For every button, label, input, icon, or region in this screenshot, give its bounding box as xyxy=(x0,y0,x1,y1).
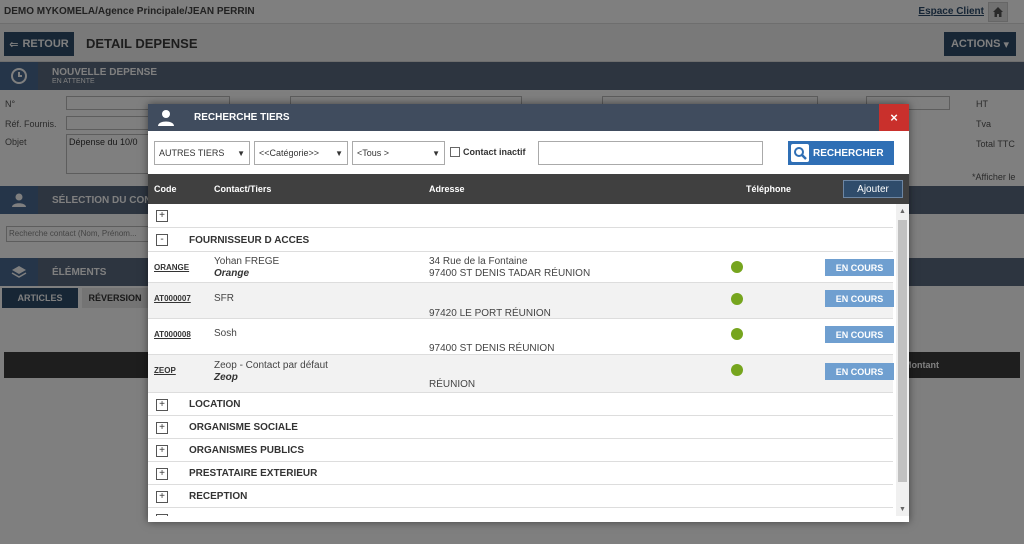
expand-icon[interactable]: + xyxy=(156,210,168,222)
table-row[interactable]: AT000008 Sosh 97400 ST DENIS RÉUNION EN … xyxy=(148,319,894,355)
user-icon xyxy=(148,104,184,131)
active-status-dot xyxy=(731,364,743,376)
scroll-up-icon[interactable]: ▲ xyxy=(896,206,909,218)
scroll-thumb[interactable] xyxy=(898,220,907,482)
group-row: + xyxy=(148,204,893,228)
group-label: FOURNISSEUR D ACCES xyxy=(189,235,310,246)
tiers-type-select[interactable]: AUTRES TIERS ▼ xyxy=(154,141,250,165)
row-address-line2: 97400 ST DENIS RÉUNION xyxy=(429,343,555,354)
search-input[interactable] xyxy=(538,141,763,165)
inactive-contact-label: Contact inactif xyxy=(463,147,526,157)
modal-header: RECHERCHE TIERS × xyxy=(148,104,909,131)
status-button[interactable]: EN COURS xyxy=(825,259,894,276)
add-button[interactable]: Ajouter xyxy=(843,180,903,198)
row-address-line1: 34 Rue de la Fontaine xyxy=(429,256,528,267)
table-row[interactable]: ZEOP Zeop - Contact par défaut Zeop RÉUN… xyxy=(148,355,894,393)
search-tiers-modal: RECHERCHE TIERS × AUTRES TIERS ▼ <<Catég… xyxy=(148,104,909,522)
group-label: PRESTATAIRE EXTERIEUR xyxy=(189,468,318,479)
inactive-contact-checkbox[interactable] xyxy=(450,147,460,157)
group-label: ORGANISMES PUBLICS xyxy=(189,445,305,456)
col-contact: Contact/Tiers xyxy=(214,184,272,194)
results-table-body: + - FOURNISSEUR D ACCES ORANGE Yohan FRE… xyxy=(148,204,896,516)
status-button[interactable]: EN COURS xyxy=(825,363,894,380)
group-label: LOCATION xyxy=(189,399,241,410)
search-icon xyxy=(791,144,809,162)
expand-icon[interactable]: + xyxy=(156,468,168,480)
results-scrollbar[interactable]: ▲ ▼ xyxy=(896,204,909,516)
group-row: + xyxy=(148,508,893,516)
categorie-value: <<Catégorie>> xyxy=(259,148,320,158)
active-status-dot xyxy=(731,328,743,340)
col-code: Code xyxy=(154,184,177,194)
filter-row: AUTRES TIERS ▼ <<Catégorie>> ▼ <Tous > ▼… xyxy=(148,131,909,174)
col-telephone: Téléphone xyxy=(746,184,792,194)
status-button[interactable]: EN COURS xyxy=(825,326,894,343)
expand-icon[interactable]: + xyxy=(156,514,168,516)
row-contact: Yohan FREGE xyxy=(214,256,280,267)
chevron-down-icon: ▼ xyxy=(237,148,245,158)
row-code[interactable]: ZEOP xyxy=(154,366,176,375)
row-tiers: Zeop xyxy=(214,372,238,383)
group-label: RECEPTION xyxy=(189,491,248,502)
col-adresse: Adresse xyxy=(429,184,465,194)
row-address-line2: 97400 ST DENIS TADAR RÉUNION xyxy=(429,268,591,279)
expand-icon[interactable]: + xyxy=(156,422,168,434)
row-address-line2: 97420 LE PORT RÉUNION xyxy=(429,308,551,319)
group-row: + PRESTATAIRE EXTERIEUR xyxy=(148,462,893,485)
row-contact: SFR xyxy=(214,293,234,304)
row-tiers: Orange xyxy=(214,268,250,279)
row-code[interactable]: ORANGE xyxy=(154,263,189,272)
group-row: + ORGANISMES PUBLICS xyxy=(148,439,893,462)
group-row: + RECEPTION xyxy=(148,485,893,508)
tous-value: <Tous > xyxy=(357,148,390,158)
group-row: - FOURNISSEUR D ACCES xyxy=(148,228,893,252)
collapse-icon[interactable]: - xyxy=(156,234,168,246)
active-status-dot xyxy=(731,261,743,273)
chevron-down-icon: ▼ xyxy=(432,148,440,158)
row-code[interactable]: AT000007 xyxy=(154,294,191,303)
status-button[interactable]: EN COURS xyxy=(825,290,894,307)
group-label: ORGANISME SOCIALE xyxy=(189,422,298,433)
search-button[interactable]: RECHERCHER xyxy=(788,141,894,165)
group-row: + LOCATION xyxy=(148,393,893,416)
tous-select[interactable]: <Tous > ▼ xyxy=(352,141,445,165)
table-row[interactable]: ORANGE Yohan FREGE Orange 34 Rue de la F… xyxy=(148,252,894,283)
table-row[interactable]: AT000007 SFR 97420 LE PORT RÉUNION EN CO… xyxy=(148,283,894,319)
expand-icon[interactable]: + xyxy=(156,491,168,503)
expand-icon[interactable]: + xyxy=(156,445,168,457)
active-status-dot xyxy=(731,293,743,305)
search-button-label: RECHERCHER xyxy=(813,147,884,159)
close-button[interactable]: × xyxy=(879,104,909,131)
group-row: + ORGANISME SOCIALE xyxy=(148,416,893,439)
row-address-line2: RÉUNION xyxy=(429,379,476,390)
tiers-type-value: AUTRES TIERS xyxy=(159,148,225,158)
row-code[interactable]: AT000008 xyxy=(154,330,191,339)
row-contact: Zeop - Contact par défaut xyxy=(214,360,328,371)
scroll-down-icon[interactable]: ▼ xyxy=(896,504,909,516)
results-table-header: Code Contact/Tiers Adresse Téléphone Ajo… xyxy=(148,174,909,204)
inactive-contact-toggle[interactable]: Contact inactif xyxy=(450,147,526,157)
modal-title: RECHERCHE TIERS xyxy=(194,112,290,123)
chevron-down-icon: ▼ xyxy=(335,148,343,158)
categorie-select[interactable]: <<Catégorie>> ▼ xyxy=(254,141,348,165)
row-contact: Sosh xyxy=(214,328,237,339)
expand-icon[interactable]: + xyxy=(156,399,168,411)
